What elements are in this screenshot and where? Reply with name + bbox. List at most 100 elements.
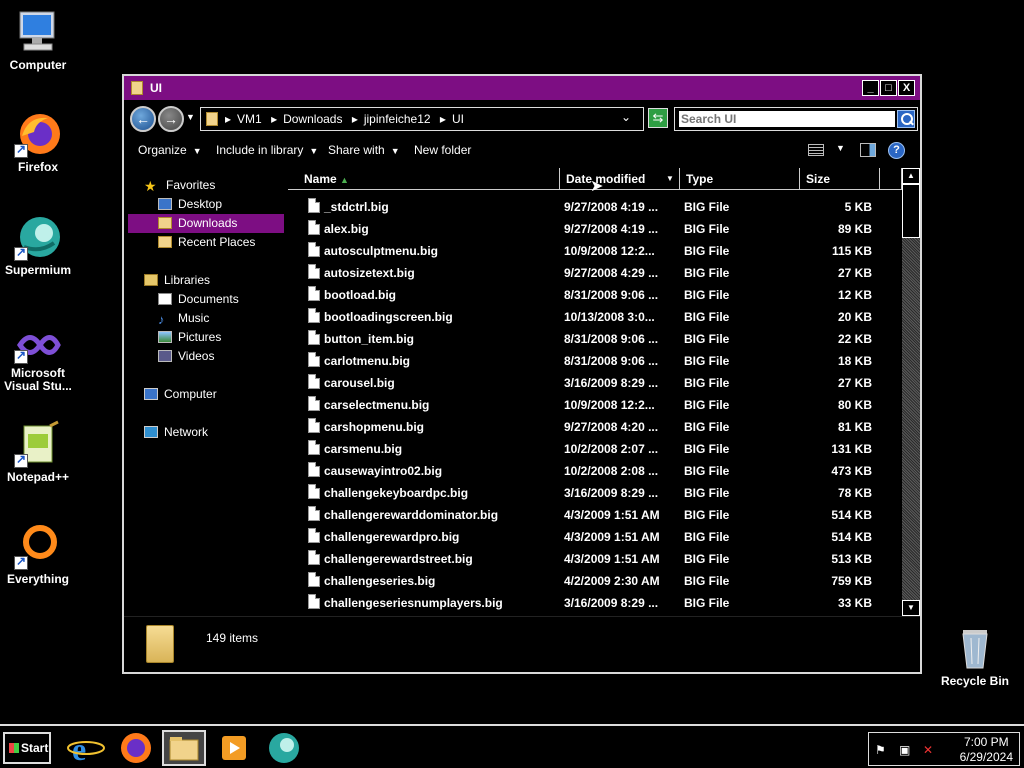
- scroll-thumb[interactable]: [902, 184, 920, 238]
- desktop-icon-computer[interactable]: Computer: [0, 8, 78, 72]
- taskbar-file-explorer[interactable]: [162, 730, 206, 766]
- new-folder-button[interactable]: New folder: [414, 143, 471, 157]
- taskbar-media-player[interactable]: [212, 730, 256, 766]
- start-button[interactable]: Start: [3, 732, 51, 764]
- breadcrumb-jipinfeiche12[interactable]: jipinfeiche12: [364, 112, 431, 126]
- column-header-name[interactable]: Name ▲: [288, 168, 560, 190]
- back-button[interactable]: ←: [130, 106, 156, 132]
- file-row[interactable]: bootloadingscreen.big 10/13/2008 3:0... BI…: [288, 306, 902, 328]
- file-icon: [308, 352, 320, 367]
- scroll-down-button[interactable]: ▼: [902, 600, 920, 616]
- file-row[interactable]: _stdctrl.big 9/27/2008 4:19 ... BIG File 5 …: [288, 196, 902, 218]
- nav-desktop[interactable]: Desktop: [158, 195, 222, 214]
- file-icon: [308, 462, 320, 477]
- file-row[interactable]: carshopmenu.big 9/27/2008 4:20 ... BIG Fil…: [288, 416, 902, 438]
- search-icon[interactable]: [897, 110, 915, 128]
- file-row[interactable]: alex.big 9/27/2008 4:19 ... BIG File 89 KB: [288, 218, 902, 240]
- nav-network[interactable]: Network: [144, 423, 208, 442]
- file-row[interactable]: challengekeyboardpc.big 3/16/2009 8:29 ..…: [288, 482, 902, 504]
- file-row[interactable]: autosizetext.big 9/27/2008 4:29 ... BIG Fi…: [288, 262, 902, 284]
- desktop-icon-firefox[interactable]: Firefox: [0, 110, 78, 174]
- address-bar[interactable]: ▸ VM1 ▸ Downloads ▸ jipinfeiche12 ▸ UI ⌄: [200, 107, 644, 131]
- file-row[interactable]: bootload.big 8/31/2008 9:06 ... BIG File 12…: [288, 284, 902, 306]
- forward-button[interactable]: →: [158, 106, 184, 132]
- scroll-track[interactable]: [902, 184, 920, 600]
- preview-pane-icon[interactable]: [860, 143, 876, 157]
- view-dropdown-icon[interactable]: ▼: [836, 143, 845, 153]
- desktop-icon-notepadpp[interactable]: Notepad++: [0, 420, 78, 484]
- file-row[interactable]: challengeseriesnumplayers.big 3/16/2009 8…: [288, 592, 902, 614]
- column-header-extra[interactable]: [880, 168, 902, 190]
- file-type: BIG File: [684, 442, 730, 456]
- file-row[interactable]: autosculptmenu.big 10/9/2008 12:2... BIG F…: [288, 240, 902, 262]
- desktop-icon-visual-studio[interactable]: Microsoft Visual Stu...: [0, 326, 78, 393]
- file-row[interactable]: challengerewarddominator.big 4/3/2009 1:5…: [288, 504, 902, 526]
- documents-icon: [158, 293, 172, 305]
- taskbar-firefox[interactable]: [114, 730, 158, 766]
- nav-libraries[interactable]: Libraries: [144, 271, 210, 290]
- file-type: BIG File: [684, 310, 730, 324]
- nav-documents[interactable]: Documents: [158, 290, 239, 309]
- file-date: 10/9/2008 12:2...: [564, 244, 655, 258]
- desktop-icon-everything[interactable]: Everything: [0, 522, 78, 586]
- search-input[interactable]: [679, 111, 895, 127]
- chevron-down-icon[interactable]: ⌄: [621, 110, 631, 124]
- file-row[interactable]: challengeseries.big 4/2/2009 2:30 AM BIG F…: [288, 570, 902, 592]
- taskbar-supermium[interactable]: [262, 730, 306, 766]
- flag-icon[interactable]: ⚑: [875, 743, 886, 757]
- nav-favorites[interactable]: ★ Favorites: [144, 176, 215, 195]
- file-row[interactable]: carsmenu.big 10/2/2008 2:07 ... BIG File 13…: [288, 438, 902, 460]
- file-row[interactable]: carselectmenu.big 10/9/2008 12:2... BIG Fi…: [288, 394, 902, 416]
- file-row[interactable]: challengerewardpro.big 4/3/2009 1:51 AM BI…: [288, 526, 902, 548]
- close-button[interactable]: X: [898, 80, 915, 96]
- share-with-button[interactable]: Share with ▼: [328, 143, 400, 157]
- desktop-icon-supermium[interactable]: Supermium: [0, 213, 78, 277]
- file-date: 10/9/2008 12:2...: [564, 398, 655, 412]
- refresh-button[interactable]: ⇆: [648, 108, 668, 128]
- sort-ascending-icon: ▲: [340, 175, 349, 185]
- file-row[interactable]: carlotmenu.big 8/31/2008 9:06 ... BIG File…: [288, 350, 902, 372]
- window-titlebar[interactable]: UI _ □ X: [124, 76, 920, 100]
- file-size: 514 KB: [831, 530, 872, 544]
- recent-pages-dropdown[interactable]: ▼: [186, 112, 195, 122]
- help-icon[interactable]: ?: [888, 142, 905, 159]
- column-filter-dropdown[interactable]: ▼: [662, 168, 680, 190]
- volume-muted-icon[interactable]: ✕: [923, 743, 933, 757]
- desktop-icon-recycle-bin[interactable]: Recycle Bin: [935, 624, 1015, 688]
- minimize-button[interactable]: _: [862, 80, 879, 96]
- maximize-button[interactable]: □: [880, 80, 897, 96]
- nav-pictures[interactable]: Pictures: [158, 328, 221, 347]
- file-size: 27 KB: [837, 266, 872, 280]
- file-name: carshopmenu.big: [324, 420, 425, 434]
- nav-computer[interactable]: Computer: [144, 385, 217, 404]
- taskbar-internet-explorer[interactable]: e: [64, 730, 108, 767]
- file-name: bootload.big: [324, 288, 396, 302]
- view-options-icon[interactable]: [808, 144, 824, 156]
- nav-label: Pictures: [178, 330, 222, 344]
- file-row[interactable]: carousel.big 3/16/2009 8:29 ... BIG File 27…: [288, 372, 902, 394]
- vertical-scrollbar[interactable]: ▲ ▼: [902, 168, 920, 616]
- nav-downloads[interactable]: Downloads: [128, 214, 284, 233]
- breadcrumb-vm1[interactable]: VM1: [237, 112, 262, 126]
- breadcrumb-separator: ▸: [351, 112, 358, 126]
- shortcut-arrow-icon: [14, 142, 28, 158]
- column-header-type[interactable]: Type: [680, 168, 800, 190]
- column-header-size[interactable]: Size: [800, 168, 880, 190]
- nav-recent-places[interactable]: Recent Places: [158, 233, 255, 252]
- organize-button[interactable]: Organize ▼: [138, 143, 202, 157]
- breadcrumb-ui[interactable]: UI: [452, 112, 464, 126]
- file-name: autosizetext.big: [324, 266, 415, 280]
- nav-videos[interactable]: Videos: [158, 347, 214, 366]
- include-in-library-button[interactable]: Include in library ▼: [216, 143, 318, 157]
- file-row[interactable]: challengerewardstreet.big 4/3/2009 1:51 A…: [288, 548, 902, 570]
- file-row[interactable]: causewayintro02.big 10/2/2008 2:08 ... BIG…: [288, 460, 902, 482]
- nav-label: Desktop: [178, 197, 223, 211]
- nav-music[interactable]: ♪ Music: [158, 309, 209, 328]
- scroll-up-button[interactable]: ▲: [902, 168, 920, 184]
- clock[interactable]: 7:00 PM 6/29/2024: [960, 735, 1013, 765]
- organize-label: Organize: [138, 143, 187, 157]
- breadcrumb-downloads[interactable]: Downloads: [283, 112, 342, 126]
- file-row[interactable]: button_item.big 8/31/2008 9:06 ... BIG Fil…: [288, 328, 902, 350]
- details-pane: 149 items: [124, 616, 920, 672]
- network-tray-icon[interactable]: ▣: [899, 743, 910, 757]
